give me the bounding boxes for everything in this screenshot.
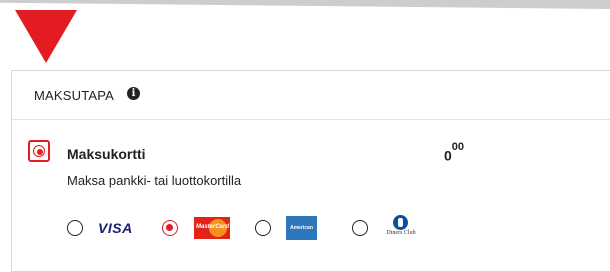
price-decimals: 00	[451, 141, 465, 153]
section-header: MAKSUTAPA i	[12, 71, 610, 120]
payment-method-price: 000	[444, 141, 464, 163]
card-option-mastercard[interactable]: MasterCard	[162, 215, 242, 241]
radio-dot	[166, 224, 173, 231]
amex-radio[interactable]	[255, 220, 271, 236]
section-title: MAKSUTAPA	[34, 88, 115, 103]
top-band	[0, 0, 610, 13]
price-integer: 0	[444, 147, 452, 164]
step-indicator-arrow-icon	[15, 10, 77, 63]
visa-logo: VISA	[98, 220, 133, 236]
radio-dot	[37, 149, 43, 155]
top-stripe	[0, 0, 610, 9]
visa-radio[interactable]	[67, 220, 83, 236]
diners-circle-icon	[393, 215, 408, 230]
payment-method-description: Maksa pankki- tai luottokortilla	[67, 173, 242, 188]
payment-card-radio[interactable]	[28, 140, 50, 162]
amex-logo: American Express	[286, 216, 317, 255]
card-option-visa[interactable]: VISA	[67, 215, 147, 241]
mastercard-logo: MasterCard	[194, 217, 230, 239]
mastercard-logo-text: MasterCard	[196, 224, 230, 230]
diners-radio[interactable]	[352, 220, 368, 236]
payment-method-panel: MAKSUTAPA i Maksukortti Maksa pankki- ta…	[11, 70, 610, 272]
info-icon[interactable]: i	[127, 87, 140, 100]
mastercard-radio[interactable]	[162, 220, 178, 236]
diners-club-logo: Diners Club	[381, 215, 421, 241]
radio-ring	[33, 145, 45, 157]
payment-method-title: Maksukortti	[67, 146, 146, 162]
card-type-options: VISA MasterCard American Express Diners …	[67, 215, 487, 255]
card-option-amex[interactable]: American Express	[255, 215, 335, 255]
diners-logo-text: Diners Club	[386, 230, 416, 236]
card-option-diners[interactable]: Diners Club	[352, 215, 432, 241]
